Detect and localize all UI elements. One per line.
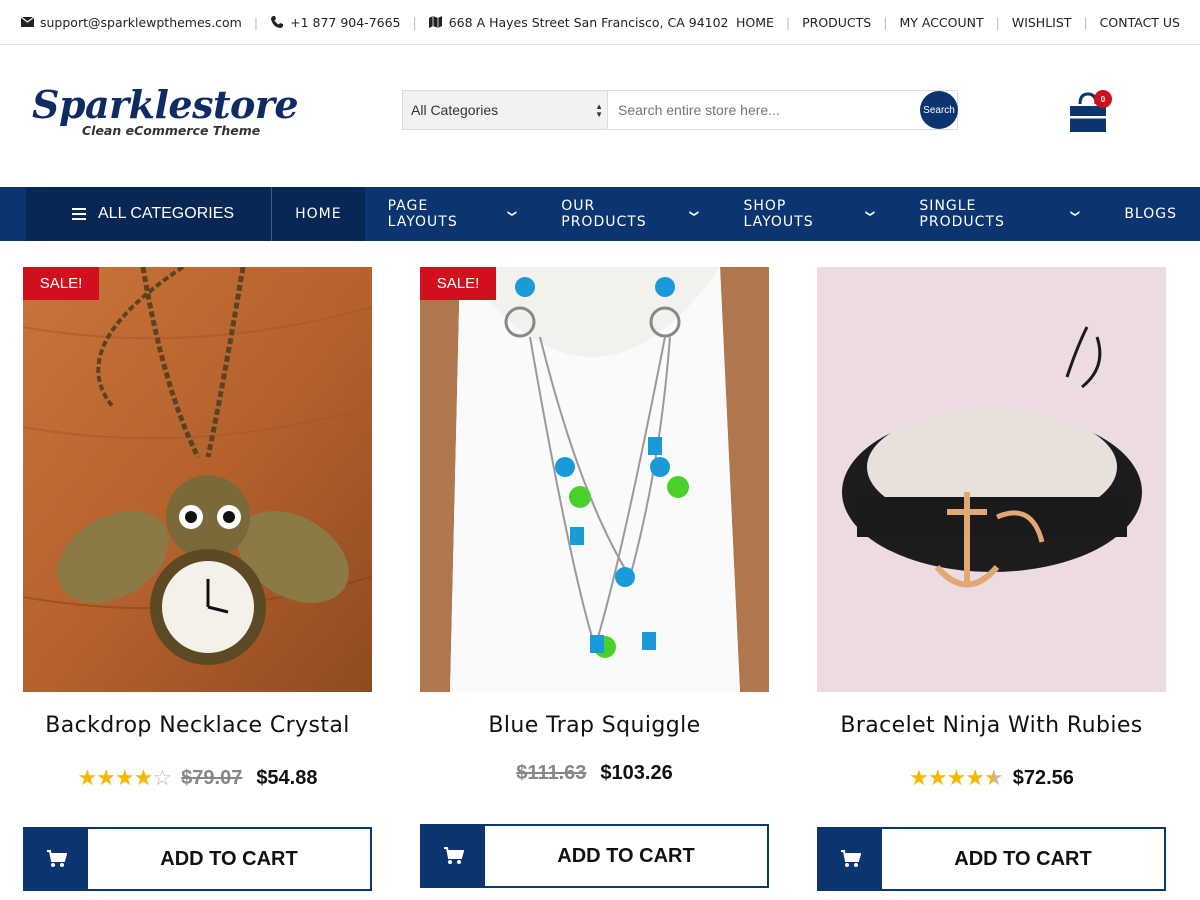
- product-name[interactable]: Bracelet Ninja With Rubies: [817, 713, 1166, 738]
- shopping-bag-icon: [1066, 92, 1110, 138]
- product-image[interactable]: [817, 267, 1166, 692]
- add-to-cart-button[interactable]: ADD TO CART: [817, 827, 1166, 891]
- nav-item-single-products[interactable]: SINGLE PRODUCTS ❯: [896, 187, 1101, 241]
- product-image[interactable]: SALE!: [420, 267, 769, 692]
- category-select-value: All Categories: [411, 102, 499, 118]
- chevron-down-icon: ❯: [505, 209, 516, 219]
- divider: |: [253, 14, 259, 30]
- divider: |: [1083, 14, 1088, 30]
- select-arrows-icon: ▲ ▼: [595, 102, 603, 119]
- address-contact: 668 A Hayes Street San Francisco, CA 941…: [429, 15, 729, 30]
- add-to-cart-label: ADD TO CART: [557, 844, 695, 867]
- add-to-cart-label: ADD TO CART: [954, 847, 1092, 870]
- all-categories-label: ALL CATEGORIES: [98, 205, 235, 222]
- main-navigation: ALL CATEGORIES HOME PAGE LAYOUTS ❯ OUR PR…: [0, 187, 1200, 241]
- phone-text: +1 877 904-7665: [290, 14, 401, 30]
- divider: |: [412, 14, 417, 30]
- nav-item-page-layouts[interactable]: PAGE LAYOUTS ❯: [365, 187, 539, 241]
- add-to-cart-button[interactable]: ADD TO CART: [420, 824, 769, 888]
- add-to-cart-button[interactable]: ADD TO CART: [23, 827, 372, 891]
- email-contact[interactable]: support@sparklewpthemes.com: [20, 15, 242, 30]
- site-logo[interactable]: Sparklestore Clean eCommerce Theme: [32, 82, 299, 145]
- nav-item-label: BLOGS: [1124, 206, 1177, 222]
- cart-button[interactable]: 0: [1066, 90, 1114, 134]
- current-price: $72.56: [1012, 766, 1074, 789]
- old-price: $79.07: [181, 766, 243, 789]
- sale-badge: SALE!: [23, 267, 99, 300]
- email-text: support@sparklewpthemes.com: [40, 14, 242, 30]
- divider: |: [883, 14, 888, 30]
- rating-stars-icon: ★★★★★: [909, 765, 1004, 790]
- top-link-contact-us[interactable]: CONTACT US: [1100, 15, 1180, 30]
- product-card: SALE! Blue Trap Squiggle $111.63 $103.26…: [420, 267, 769, 888]
- product-name[interactable]: Blue Trap Squiggle: [420, 713, 769, 738]
- search-bar: All Categories ▲ ▼ Search: [402, 90, 958, 130]
- nav-item-label: SINGLE PRODUCTS: [919, 198, 1005, 230]
- chevron-down-icon: ❯: [688, 209, 699, 219]
- main-menu: HOME PAGE LAYOUTS ❯ OUR PRODUCTS ❯ SHOP LA…: [272, 187, 1200, 241]
- logo-text: Sparklestore: [32, 82, 299, 127]
- top-link-wishlist[interactable]: WISHLIST: [1012, 15, 1072, 30]
- top-bar: support@sparklewpthemes.com | +1 877 904…: [0, 0, 1200, 45]
- hamburger-icon: [72, 205, 86, 223]
- top-link-products[interactable]: PRODUCTS: [802, 15, 871, 30]
- chevron-down-icon: ❯: [864, 209, 875, 219]
- chevron-down-icon: ❯: [1069, 209, 1080, 219]
- old-price: $111.63: [516, 762, 587, 784]
- nav-item-label: OUR PRODUCTS: [561, 198, 647, 230]
- map-icon: [429, 15, 443, 29]
- product-price: $111.63 $103.26: [420, 762, 769, 785]
- contact-info: support@sparklewpthemes.com | +1 877 904…: [20, 15, 729, 30]
- top-link-my-account[interactable]: MY ACCOUNT: [899, 15, 983, 30]
- rating-stars-icon: ★★★★☆: [77, 765, 173, 790]
- divider: |: [995, 14, 1000, 30]
- divider: |: [785, 14, 791, 30]
- product-price: ★★★★★ $72.56: [817, 765, 1166, 791]
- all-categories-button[interactable]: ALL CATEGORIES: [26, 187, 273, 241]
- nav-item-home[interactable]: HOME: [272, 187, 365, 241]
- product-name[interactable]: Backdrop Necklace Crystal: [23, 713, 372, 738]
- envelope-icon: [20, 15, 34, 29]
- nav-item-our-products[interactable]: OUR PRODUCTS ❯: [538, 187, 720, 241]
- cart-count-badge: 0: [1094, 90, 1112, 108]
- top-links: HOME | PRODUCTS | MY ACCOUNT | WISHLIST …: [736, 15, 1180, 30]
- product-card: Bracelet Ninja With Rubies ★★★★★ $72.56 …: [817, 267, 1166, 891]
- product-image[interactable]: SALE!: [23, 267, 372, 692]
- phone-contact[interactable]: +1 877 904-7665: [270, 14, 401, 30]
- logo-tagline: Clean eCommerce Theme: [82, 123, 261, 138]
- phone-icon: [270, 15, 284, 29]
- nav-item-label: PAGE LAYOUTS: [387, 198, 458, 230]
- address-text: 668 A Hayes Street San Francisco, CA 941…: [448, 14, 729, 30]
- search-button[interactable]: Search: [920, 91, 958, 129]
- nav-item-shop-layouts[interactable]: SHOP LAYOUTS ❯: [721, 187, 897, 241]
- cart-icon: [819, 829, 882, 889]
- product-card: SALE! Backdrop Necklace Crystal ★★★★☆ $7…: [23, 267, 372, 891]
- cart-icon: [25, 829, 88, 889]
- sale-badge: SALE!: [420, 267, 496, 300]
- current-price: $103.26: [600, 762, 673, 784]
- current-price: $54.88: [256, 766, 318, 789]
- product-price: ★★★★☆ $79.07 $54.88: [23, 765, 372, 791]
- site-header: Sparklestore Clean eCommerce Theme All C…: [0, 45, 1200, 187]
- category-select[interactable]: All Categories ▲ ▼: [402, 90, 608, 130]
- search-input[interactable]: [608, 90, 958, 130]
- top-link-home[interactable]: HOME: [736, 15, 774, 30]
- nav-item-blogs[interactable]: BLOGS: [1101, 187, 1200, 241]
- nav-item-label: SHOP LAYOUTS: [743, 198, 814, 230]
- add-to-cart-label: ADD TO CART: [160, 847, 298, 870]
- nav-item-label: HOME: [295, 206, 342, 222]
- cart-icon: [422, 826, 485, 886]
